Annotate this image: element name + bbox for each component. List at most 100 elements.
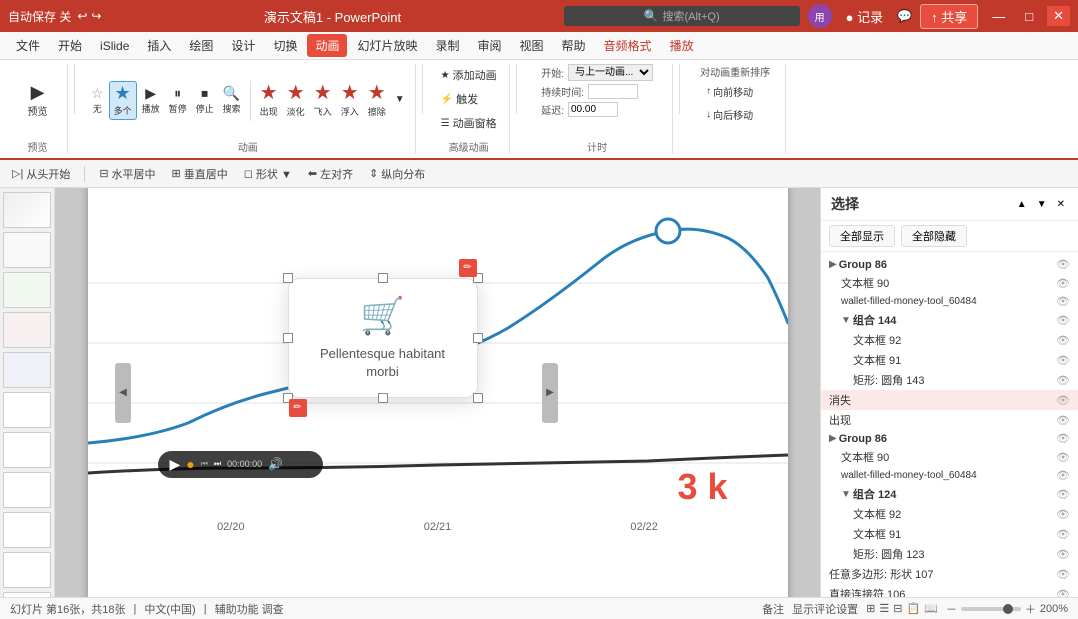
minimize-button[interactable]: — <box>986 7 1011 26</box>
list-item[interactable]: 文本框 90 👁 <box>833 273 1078 293</box>
anim-search[interactable]: 🔍 搜索 <box>219 84 245 117</box>
slide-thumb-1[interactable] <box>3 192 51 228</box>
menu-help[interactable]: 帮助 <box>554 34 594 57</box>
zoom-out-icon[interactable]: － <box>946 601 957 617</box>
slide-thumb-4[interactable] <box>3 312 51 348</box>
menu-slideshow[interactable]: 幻灯片放映 <box>349 34 425 57</box>
menu-animation[interactable]: 动画 <box>307 34 347 57</box>
duration-input[interactable] <box>588 84 638 99</box>
slide-9[interactable]: 9 <box>0 512 54 548</box>
media-volume-icon[interactable]: 🔊 <box>268 457 283 471</box>
media-next-icon[interactable]: ⏭ <box>214 459 221 469</box>
menu-view[interactable]: 视图 <box>512 34 552 57</box>
anim-appear[interactable]: ★ 出现 <box>256 81 282 120</box>
reading-view-icon[interactable]: 📖 <box>924 602 938 615</box>
eye-icon[interactable]: 👁 <box>1056 432 1070 445</box>
toolbar-distribute[interactable]: ⇕ 纵向分布 <box>365 164 429 184</box>
toolbar-shape[interactable]: ◻ 形状 ▼ <box>240 164 296 184</box>
slide-thumb-5[interactable] <box>3 352 51 388</box>
anim-wipe[interactable]: ★ 擦除 <box>364 81 390 120</box>
close-panel-button[interactable]: ✕ <box>1054 198 1068 211</box>
comment-icon[interactable]: 💬 <box>897 9 912 23</box>
normal-view-icon[interactable]: ⊞ <box>866 602 875 615</box>
eye-icon[interactable]: 👁 <box>1056 451 1070 464</box>
list-item[interactable]: 文本框 92 👁 <box>845 330 1078 350</box>
eye-icon[interactable]: 👁 <box>1056 508 1070 521</box>
eye-icon[interactable]: 👁 <box>1056 277 1070 290</box>
anim-float[interactable]: ★ 浮入 <box>337 81 363 120</box>
slide-sorter-icon[interactable]: ⊟ <box>893 602 902 615</box>
comments-label[interactable]: 显示评论设置 <box>792 601 858 617</box>
share-button[interactable]: ↑ 共享 <box>920 4 978 29</box>
menu-record[interactable]: 录制 <box>427 34 467 57</box>
list-item[interactable]: ▼ 组合 144 👁 <box>833 310 1078 330</box>
slide-6[interactable]: 6 <box>0 392 54 428</box>
slide-11[interactable]: 11 <box>0 592 54 597</box>
eye-icon[interactable]: 👁 <box>1056 588 1070 598</box>
user-avatar[interactable]: 用 <box>808 4 832 28</box>
anim-fade[interactable]: ★ 淡化 <box>283 81 309 120</box>
list-item[interactable]: ▶ Group 86 👁 <box>821 430 1078 447</box>
toolbar-align-left[interactable]: ⬅ 左对齐 <box>304 164 357 184</box>
outline-view-icon[interactable]: ☰ <box>879 602 889 615</box>
zoom-slider[interactable] <box>961 607 1021 611</box>
eye-icon[interactable]: 👁 <box>1056 334 1070 347</box>
list-item[interactable]: 文本框 92 👁 <box>845 504 1078 524</box>
anim-pause[interactable]: ⏸ 暂停 <box>165 84 191 117</box>
accessibility-text[interactable]: 辅助功能 调查 <box>215 601 284 617</box>
slide-1[interactable]: 1 <box>0 192 54 228</box>
slide-5[interactable]: 5 <box>0 352 54 388</box>
slide-thumb-9[interactable] <box>3 512 51 548</box>
eye-icon[interactable]: 👁 <box>1056 295 1070 308</box>
slide-10[interactable]: 10 <box>0 552 54 588</box>
anim-more[interactable]: ▼ <box>391 93 409 109</box>
anim-fly[interactable]: ★ 飞入 <box>310 81 336 120</box>
canvas-area[interactable]: ◀ ▶ 02/2 <box>55 188 820 597</box>
redo-icon[interactable]: ↪ <box>91 9 101 23</box>
slide-3[interactable]: 3 <box>0 272 54 308</box>
slide-thumb-7[interactable] <box>3 432 51 468</box>
sort-down-button[interactable]: ▼ <box>1034 198 1050 211</box>
move-before-button[interactable]: ↑ 向前移动 <box>700 81 759 102</box>
slide-thumb-6[interactable] <box>3 392 51 428</box>
list-item[interactable]: wallet-filled-money-tool_60484 👁 <box>833 293 1078 310</box>
slide-7[interactable]: 7 <box>0 432 54 468</box>
eye-icon[interactable]: 👁 <box>1056 374 1070 387</box>
slide-thumb-3[interactable] <box>3 272 51 308</box>
animation-pane-button[interactable]: ☰ 动画窗格 <box>435 112 503 134</box>
eye-icon[interactable]: 👁 <box>1056 394 1070 407</box>
edit-icon-bottom[interactable]: ✏ <box>289 399 307 417</box>
anim-play[interactable]: ▶ 播放 <box>138 84 164 117</box>
record-button[interactable]: ● 记录 <box>840 5 889 28</box>
media-prev-icon[interactable]: ⏮ <box>201 459 208 469</box>
list-item-disappear[interactable]: 消失 👁 <box>821 390 1078 410</box>
list-item[interactable]: 矩形: 圆角 143 👁 <box>845 370 1078 390</box>
menu-play[interactable]: 播放 <box>662 34 702 57</box>
menu-design[interactable]: 设计 <box>223 34 263 57</box>
menu-draw[interactable]: 绘图 <box>181 34 221 57</box>
eye-icon[interactable]: 👁 <box>1056 258 1070 271</box>
list-item[interactable]: ▶ Group 86 👁 <box>821 256 1078 273</box>
toolbar-from-start[interactable]: ▷| 从头开始 <box>8 164 74 184</box>
menu-review[interactable]: 审阅 <box>470 34 510 57</box>
list-item[interactable]: 直接连接符 106 👁 <box>821 584 1078 597</box>
delay-input[interactable] <box>568 102 618 117</box>
list-item[interactable]: ▼ 组合 124 👁 <box>833 484 1078 504</box>
list-item[interactable]: 文本框 91 👁 <box>845 524 1078 544</box>
anim-stop[interactable]: ⏹ 停止 <box>192 84 218 117</box>
list-item[interactable]: 任意多边形: 形状 107 👁 <box>821 564 1078 584</box>
list-item[interactable]: 矩形: 圆角 123 👁 <box>845 544 1078 564</box>
slide-canvas[interactable]: 02/20 02/21 02/22 ✏ ✏ <box>88 188 788 597</box>
notes-label[interactable]: 备注 <box>762 601 784 617</box>
zoom-in-icon[interactable]: ＋ <box>1025 601 1036 617</box>
move-after-button[interactable]: ↓ 向后移动 <box>700 104 759 125</box>
eye-icon[interactable]: 👁 <box>1056 488 1070 501</box>
menu-file[interactable]: 文件 <box>8 34 48 57</box>
menu-audio-format[interactable]: 音频格式 <box>596 34 660 57</box>
eye-icon[interactable]: 👁 <box>1056 528 1070 541</box>
show-all-button[interactable]: 全部显示 <box>829 225 895 247</box>
search-bar[interactable]: 🔍 搜索(Alt+Q) <box>564 6 800 26</box>
eye-icon[interactable]: 👁 <box>1056 414 1070 427</box>
add-animation-button[interactable]: ★ 添加动画 <box>435 64 503 86</box>
slide-thumb-10[interactable] <box>3 552 51 588</box>
